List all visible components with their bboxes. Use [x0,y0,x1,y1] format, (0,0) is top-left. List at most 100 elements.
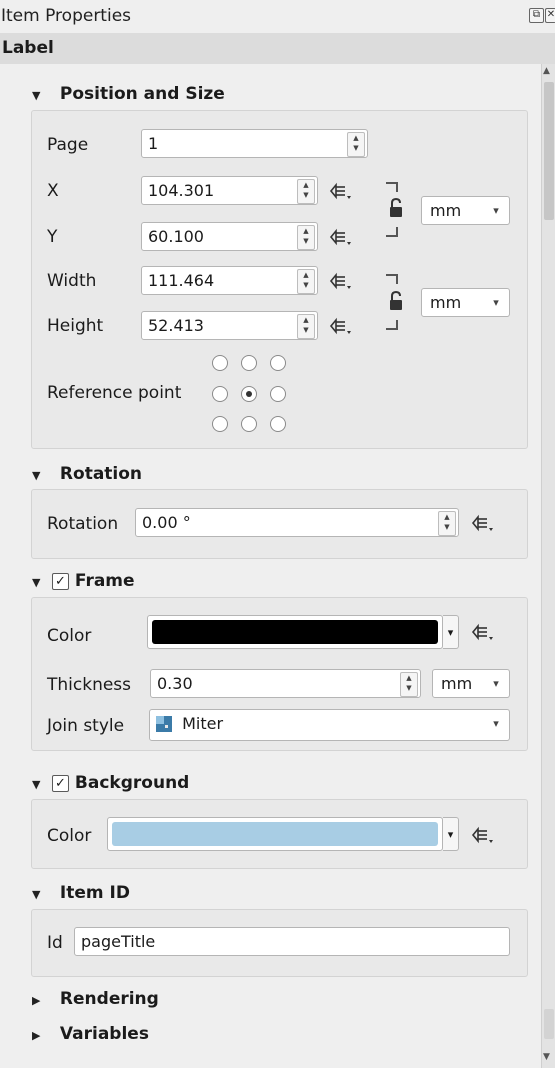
x-spinbox[interactable]: 104.301 ▲ ▼ [141,176,318,205]
collapse-down-icon[interactable]: ▼ [32,576,46,589]
section-frame-title: Frame [74,571,135,591]
x-label: X [47,181,59,201]
section-background-header[interactable]: ▼ ✓ Background [32,773,189,793]
height-label: Height [47,316,104,336]
section-item-id-header[interactable]: ▼ Item ID [32,883,130,903]
close-icon[interactable]: ✕ [545,8,555,23]
section-rotation-title: Rotation [59,464,143,484]
id-value: pageTitle [81,932,156,951]
lock-bracket-top [386,274,398,284]
scroll-down-icon[interactable]: ▼ [543,1052,550,1062]
chevron-down-icon[interactable]: ▾ [487,712,505,735]
width-spin-buttons[interactable]: ▲ ▼ [297,269,315,294]
collapse-down-icon[interactable]: ▼ [32,778,46,791]
y-spin-buttons[interactable]: ▲ ▼ [297,225,315,250]
y-value: 60.100 [148,227,204,246]
position-unit-value: mm [430,201,462,220]
collapse-down-icon[interactable]: ▼ [32,888,46,901]
height-spin-buttons[interactable]: ▲ ▼ [297,314,315,339]
vertical-scrollbar[interactable]: ▲ ▼ [541,64,555,1068]
scrollbar-track-marker [544,1009,554,1039]
item-type-label: Label [2,38,54,58]
section-item-id-title: Item ID [59,883,130,903]
ref-bottom-right-radio[interactable] [270,416,286,432]
ref-middle-left-radio[interactable] [212,386,228,402]
position-unit-select[interactable]: mm ▾ [421,196,510,225]
section-frame-header[interactable]: ▼ ✓ Frame [32,571,135,591]
expand-right-icon[interactable]: ▶ [32,1029,46,1042]
frame-color-dropdown-icon[interactable]: ▾ [443,615,459,649]
lock-bracket-top [386,182,398,192]
frame-checkbox[interactable]: ✓ [51,572,69,590]
width-label: Width [47,271,97,291]
data-defined-override-icon[interactable] [471,513,497,533]
background-color-swatch [112,822,438,846]
unlock-ratio-icon[interactable] [388,290,404,312]
y-spinbox[interactable]: 60.100 ▲ ▼ [141,222,318,251]
ref-middle-center-radio[interactable] [241,386,257,402]
rotation-label: Rotation [47,514,119,534]
expand-right-icon[interactable]: ▶ [32,994,46,1007]
width-value: 111.464 [148,271,215,290]
y-label: Y [47,227,58,247]
data-defined-override-icon[interactable] [329,316,355,336]
thickness-label: Thickness [47,675,132,695]
section-background-title: Background [74,773,190,793]
ref-middle-right-radio[interactable] [270,386,286,402]
rotation-spin-buttons[interactable]: ▲ ▼ [438,511,456,536]
size-unit-select[interactable]: mm ▾ [421,288,510,317]
data-defined-override-icon[interactable] [471,825,497,845]
dock-title: Item Properties [1,6,132,26]
background-checkbox[interactable]: ✓ [51,774,69,792]
section-variables-title: Variables [59,1024,149,1044]
page-spin-buttons[interactable]: ▲ ▼ [347,132,365,157]
miter-join-icon [156,716,172,732]
data-defined-override-icon[interactable] [471,622,497,642]
section-rotation-header[interactable]: ▼ Rotation [32,464,142,484]
unlock-ratio-icon[interactable] [388,197,404,219]
thickness-value: 0.30 [157,674,193,693]
thickness-spin-buttons[interactable]: ▲ ▼ [400,672,418,697]
ref-bottom-center-radio[interactable] [241,416,257,432]
thickness-unit-select[interactable]: mm ▾ [432,669,510,698]
join-style-select[interactable]: Miter ▾ [149,709,510,741]
chevron-down-icon[interactable]: ▾ [487,672,505,695]
ref-top-center-radio[interactable] [241,355,257,371]
section-rendering-title: Rendering [59,989,159,1009]
scroll-up-icon[interactable]: ▲ [543,66,550,76]
item-type-header: Label [0,33,555,64]
section-position-size-header[interactable]: ▼ Position and Size [32,84,225,104]
float-icon[interactable]: ⧉ [529,8,544,23]
width-spinbox[interactable]: 111.464 ▲ ▼ [141,266,318,295]
height-spinbox[interactable]: 52.413 ▲ ▼ [141,311,318,340]
ref-bottom-left-radio[interactable] [212,416,228,432]
background-color-button[interactable] [107,817,443,851]
ref-top-left-radio[interactable] [212,355,228,371]
chevron-down-icon[interactable]: ▾ [487,199,505,222]
scrollbar-thumb[interactable] [544,82,554,220]
section-variables-header[interactable]: ▶ Variables [32,1024,149,1044]
lock-bracket-bottom [386,227,398,237]
data-defined-override-icon[interactable] [329,181,355,201]
dock-title-bar: Item Properties ⧉ ✕ [0,0,555,33]
frame-color-button[interactable] [147,615,443,649]
lock-bracket-bottom [386,320,398,330]
page-spinbox[interactable]: 1 ▲ ▼ [141,129,368,158]
chevron-down-icon[interactable]: ▾ [487,291,505,314]
page-value: 1 [148,134,159,153]
data-defined-override-icon[interactable] [329,227,355,247]
x-value: 104.301 [148,181,215,200]
id-input[interactable]: pageTitle [74,927,510,956]
thickness-spinbox[interactable]: 0.30 ▲ ▼ [150,669,421,698]
collapse-down-icon[interactable]: ▼ [32,469,46,482]
collapse-down-icon[interactable]: ▼ [32,89,46,102]
reference-point-label: Reference point [47,383,182,403]
background-color-dropdown-icon[interactable]: ▾ [443,817,459,851]
data-defined-override-icon[interactable] [329,271,355,291]
frame-color-label: Color [47,626,92,646]
rotation-spinbox[interactable]: 0.00 ° ▲ ▼ [135,508,459,537]
ref-top-right-radio[interactable] [270,355,286,371]
x-spin-buttons[interactable]: ▲ ▼ [297,179,315,204]
join-style-value: Miter [182,714,224,733]
section-rendering-header[interactable]: ▶ Rendering [32,989,159,1009]
